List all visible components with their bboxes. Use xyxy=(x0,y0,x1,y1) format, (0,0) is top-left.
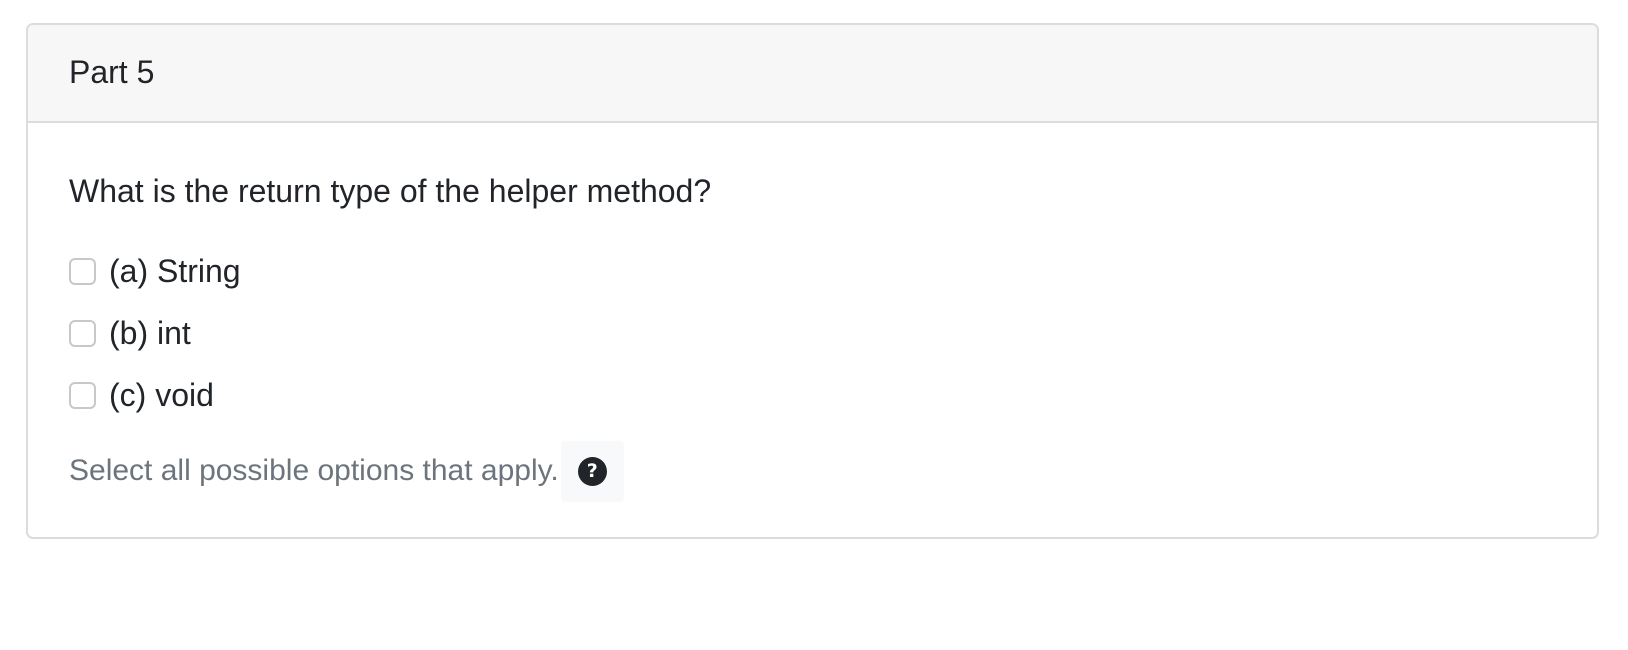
card-header: Part 5 xyxy=(28,25,1597,123)
option-c-label: (c) void xyxy=(109,377,214,413)
help-button[interactable]: ? xyxy=(560,440,624,502)
option-b-checkbox[interactable] xyxy=(69,319,96,347)
hint-text: Select all possible options that apply. xyxy=(69,454,559,487)
part-title: Part 5 xyxy=(69,53,155,90)
option-b[interactable]: (b) int xyxy=(69,313,191,353)
option-b-label: (b) int xyxy=(109,315,191,351)
option-c[interactable]: (c) void xyxy=(69,375,214,415)
option-a-checkbox[interactable] xyxy=(69,257,96,285)
question-card: Part 5 What is the return type of the he… xyxy=(26,23,1599,539)
question-text: What is the return type of the helper me… xyxy=(69,173,712,209)
question-mark-icon: ? xyxy=(577,456,607,486)
option-a[interactable]: (a) String xyxy=(69,251,241,291)
option-c-checkbox[interactable] xyxy=(69,381,96,409)
option-a-label: (a) String xyxy=(109,253,241,289)
hint-row: Select all possible options that apply. … xyxy=(69,439,624,503)
